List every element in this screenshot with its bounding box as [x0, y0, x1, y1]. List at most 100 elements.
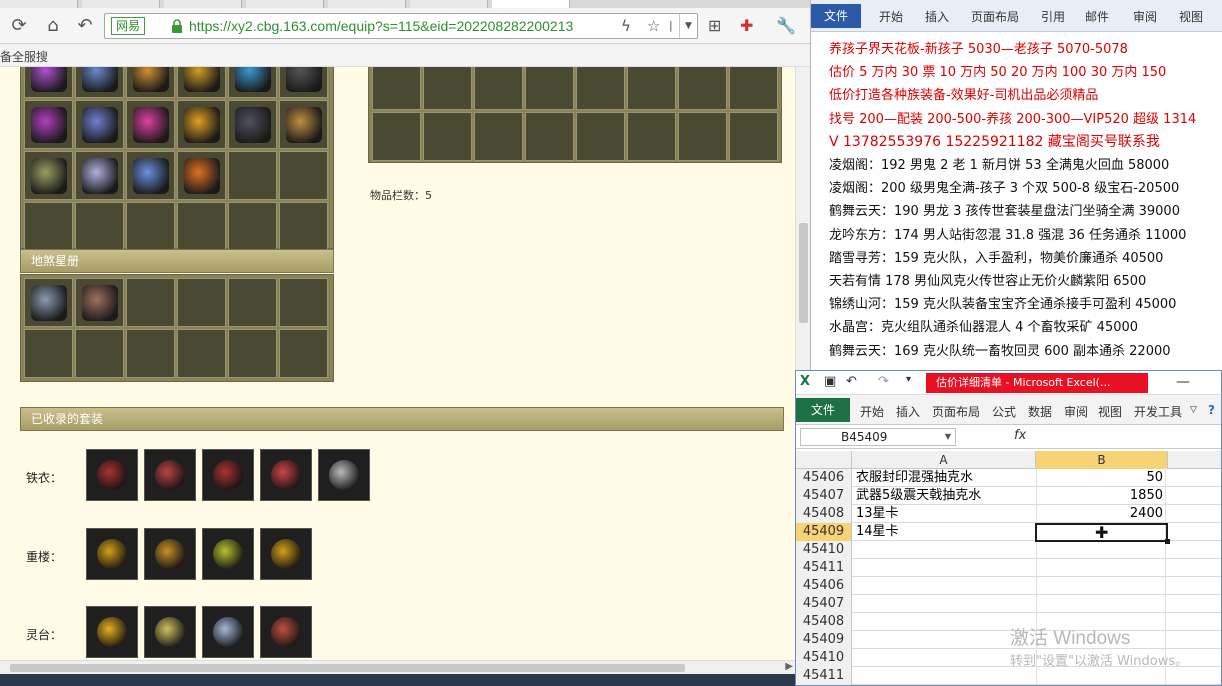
cell-b[interactable]: 2400: [1036, 505, 1166, 523]
cell-a[interactable]: 13星卡: [856, 505, 1036, 523]
suit-item-icon[interactable]: [260, 528, 312, 580]
suit-item-icon[interactable]: [86, 528, 138, 580]
row-header[interactable]: 45406: [796, 469, 852, 487]
item-slot[interactable]: [678, 67, 727, 110]
item-slot[interactable]: [372, 112, 421, 161]
select-all-corner[interactable]: [796, 451, 852, 469]
item-slot[interactable]: [474, 67, 523, 110]
word-tab[interactable]: 视图: [1179, 8, 1203, 25]
row-header[interactable]: 45407: [796, 595, 852, 613]
cell-a[interactable]: [856, 667, 1036, 685]
cell-a[interactable]: [856, 577, 1036, 595]
item-slot[interactable]: [576, 112, 625, 161]
item-slot[interactable]: [228, 67, 277, 98]
item-slot[interactable]: [177, 151, 226, 200]
item-slot[interactable]: [576, 67, 625, 110]
item-slot[interactable]: [75, 67, 124, 98]
lightning-icon[interactable]: ϟ: [621, 17, 631, 35]
item-slot[interactable]: [24, 67, 73, 98]
item-slot[interactable]: [75, 151, 124, 200]
cell-a[interactable]: 14星卡: [856, 523, 1036, 541]
suit-item-icon[interactable]: [202, 528, 254, 580]
word-tab[interactable]: 邮件: [1085, 8, 1109, 25]
excel-tab[interactable]: 页面布局: [932, 403, 980, 420]
quick-access-menu-icon[interactable]: ▾: [906, 374, 911, 385]
suit-item-icon[interactable]: [260, 606, 312, 658]
cell-b[interactable]: [1036, 577, 1166, 595]
chevron-down-icon[interactable]: ▼: [679, 14, 697, 38]
back-icon[interactable]: ↶: [72, 14, 98, 38]
browser-tab[interactable]: [0, 0, 78, 8]
item-slot[interactable]: [279, 202, 328, 251]
chevron-down-icon[interactable]: ▼: [945, 429, 951, 445]
gamepad-icon[interactable]: ✚: [740, 16, 753, 35]
item-slot[interactable]: [75, 278, 124, 327]
excel-tab[interactable]: 数据: [1028, 403, 1052, 420]
row-header[interactable]: 45411: [796, 559, 852, 577]
item-slot[interactable]: [729, 67, 778, 110]
chevron-down-icon[interactable]: ▽: [1190, 405, 1197, 415]
item-slot[interactable]: [24, 329, 73, 378]
column-header-a[interactable]: A: [852, 451, 1036, 469]
suit-item-icon[interactable]: [86, 449, 138, 501]
item-slot[interactable]: [474, 112, 523, 161]
minimize-icon[interactable]: —: [1176, 374, 1190, 390]
cell-b[interactable]: [1036, 595, 1166, 613]
browser-tab[interactable]: [246, 0, 324, 8]
item-slot[interactable]: [126, 329, 175, 378]
word-tab[interactable]: 引用: [1041, 8, 1065, 25]
undo-icon[interactable]: ↶: [846, 374, 857, 389]
row-header[interactable]: 45410: [796, 541, 852, 559]
row-header[interactable]: 45409: [796, 523, 852, 541]
item-slot[interactable]: [177, 329, 226, 378]
active-cell-b45409[interactable]: ✚: [1035, 523, 1170, 544]
cell-b[interactable]: 50: [1036, 469, 1166, 487]
word-document[interactable]: 养孩子界天花板-新孩子 5030—老孩子 5070-5078 估价 5 万内 30…: [811, 32, 1222, 370]
item-slot[interactable]: [279, 100, 328, 149]
suit-item-icon[interactable]: [202, 449, 254, 501]
excel-tab[interactable]: 公式: [992, 403, 1016, 420]
suit-item-icon[interactable]: [144, 449, 196, 501]
cell-a[interactable]: [856, 559, 1036, 577]
cell-a[interactable]: [856, 649, 1036, 667]
fill-handle[interactable]: [1165, 539, 1170, 544]
row-header[interactable]: 45410: [796, 649, 852, 667]
item-slot[interactable]: [177, 202, 226, 251]
browser-tab[interactable]: [82, 0, 160, 8]
item-slot[interactable]: [75, 202, 124, 251]
item-slot[interactable]: [126, 278, 175, 327]
item-slot[interactable]: [126, 67, 175, 98]
suit-item-icon[interactable]: [86, 606, 138, 658]
item-slot[interactable]: [228, 100, 277, 149]
row-header[interactable]: 45407: [796, 487, 852, 505]
item-slot[interactable]: [24, 278, 73, 327]
scroll-thumb[interactable]: [10, 664, 685, 672]
item-slot[interactable]: [177, 67, 226, 98]
save-icon[interactable]: ▣: [824, 374, 836, 389]
item-slot[interactable]: [279, 151, 328, 200]
item-slot[interactable]: [126, 151, 175, 200]
item-slot[interactable]: [177, 100, 226, 149]
cell-b[interactable]: [1036, 541, 1166, 559]
home-icon[interactable]: ⌂: [40, 14, 66, 38]
item-slot[interactable]: [228, 151, 277, 200]
address-bar[interactable]: 网易 https://xy2.cbg.163.com/equip?s=115&e…: [104, 13, 698, 39]
item-slot[interactable]: [177, 278, 226, 327]
item-slot[interactable]: [228, 329, 277, 378]
cell-b[interactable]: [1036, 559, 1166, 577]
row-header[interactable]: 45408: [796, 505, 852, 523]
word-tab[interactable]: 插入: [925, 8, 949, 25]
scroll-thumb[interactable]: [799, 223, 808, 323]
browser-tab[interactable]: [328, 0, 406, 8]
refresh-icon[interactable]: ⟳: [6, 14, 32, 38]
horizontal-scrollbar[interactable]: ▶: [0, 660, 795, 674]
arrow-right-icon[interactable]: ▶: [785, 661, 793, 672]
word-tab[interactable]: 页面布局: [971, 8, 1019, 25]
suit-item-icon[interactable]: [202, 606, 254, 658]
name-box[interactable]: B45409 ▼: [800, 428, 956, 446]
item-slot[interactable]: [126, 202, 175, 251]
browser-tab[interactable]: [164, 0, 242, 8]
item-slot[interactable]: [279, 67, 328, 98]
cell-b[interactable]: [1036, 667, 1166, 685]
item-slot[interactable]: [423, 67, 472, 110]
